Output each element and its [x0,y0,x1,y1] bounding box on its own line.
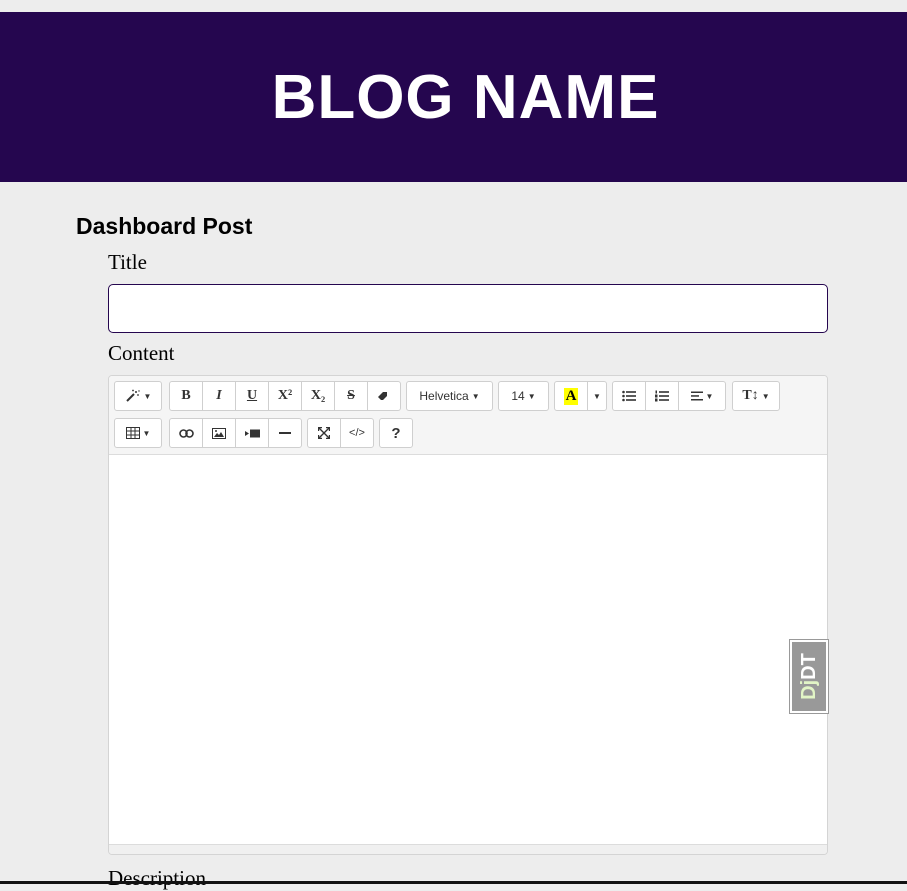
paragraph-group: ▼ [612,381,726,411]
ordered-list-button[interactable] [645,381,679,411]
video-icon [244,429,260,437]
top-strip [0,0,907,12]
superscript-button[interactable]: X² [268,381,302,411]
link-icon [178,428,194,438]
line-height-button[interactable]: T↕ ▼ [732,381,780,411]
font-family-group: Helvetica ▼ [406,381,493,411]
unordered-list-button[interactable] [612,381,646,411]
height-group: T↕ ▼ [732,381,780,411]
chevron-down-icon: ▼ [593,391,601,401]
description-label: Description [108,866,206,890]
editor-resize-bar[interactable] [109,844,827,854]
italic-button[interactable]: I [202,381,236,411]
picture-icon [212,427,226,439]
code-view-button[interactable]: </> [340,418,374,448]
align-button[interactable]: ▼ [678,381,726,411]
font-size-value: 14 [511,389,525,403]
editor-content-area[interactable] [109,455,827,845]
color-button[interactable]: A [554,381,588,411]
title-input[interactable] [108,284,828,333]
align-left-icon [690,391,703,401]
numbered-list-icon [655,390,669,402]
style-group: ▼ [114,381,162,411]
video-button[interactable] [235,418,269,448]
color-group: A ▼ [554,381,607,411]
blog-name: BLOG NAME [271,62,660,132]
style-button[interactable]: ▼ [114,381,162,411]
underline-button[interactable]: U [235,381,269,411]
table-button[interactable]: ▼ [114,418,162,448]
bold-button[interactable]: B [169,381,203,411]
content-label: Content [108,341,175,365]
insert-group [169,418,302,448]
help-button[interactable]: ? [379,418,413,448]
clear-format-button[interactable] [367,381,401,411]
page-title: Dashboard Post [76,213,253,239]
table-icon [125,427,140,439]
django-debug-toolbar-handle[interactable]: DjDT [789,639,829,714]
fullscreen-icon [318,427,330,439]
magic-wand-icon [125,389,140,402]
horizontal-rule-icon [279,432,291,434]
link-button[interactable] [169,418,203,448]
line-height-icon: T↕ [742,388,759,403]
rich-text-editor: ▼ B I U X² X₂ S Helvetica ▼ 14 ▼ A ▼ ▼ T… [108,375,828,855]
font-style-group: B I U X² X₂ S [169,381,401,411]
help-group: ? [379,418,413,448]
font-size-dropdown[interactable]: 14 ▼ [498,381,549,411]
editor-toolbar: ▼ B I U X² X₂ S Helvetica ▼ 14 ▼ A ▼ ▼ T… [109,376,827,455]
picture-button[interactable] [202,418,236,448]
color-letter: A [563,387,579,405]
site-header: BLOG NAME [0,12,907,182]
table-group: ▼ [114,418,162,448]
font-family-value: Helvetica [419,389,469,403]
fullscreen-button[interactable] [307,418,341,448]
bullet-list-icon [622,390,636,402]
strikethrough-button[interactable]: S [334,381,368,411]
view-group: </> [307,418,374,448]
font-size-group: 14 ▼ [498,381,549,411]
title-label: Title [108,250,147,274]
color-dropdown-button[interactable]: ▼ [587,381,607,411]
djdt-label: DjDT [797,653,820,700]
eraser-icon [378,392,387,400]
font-family-dropdown[interactable]: Helvetica ▼ [406,381,493,411]
subscript-button[interactable]: X₂ [301,381,335,411]
horizontal-rule-button[interactable] [268,418,302,448]
